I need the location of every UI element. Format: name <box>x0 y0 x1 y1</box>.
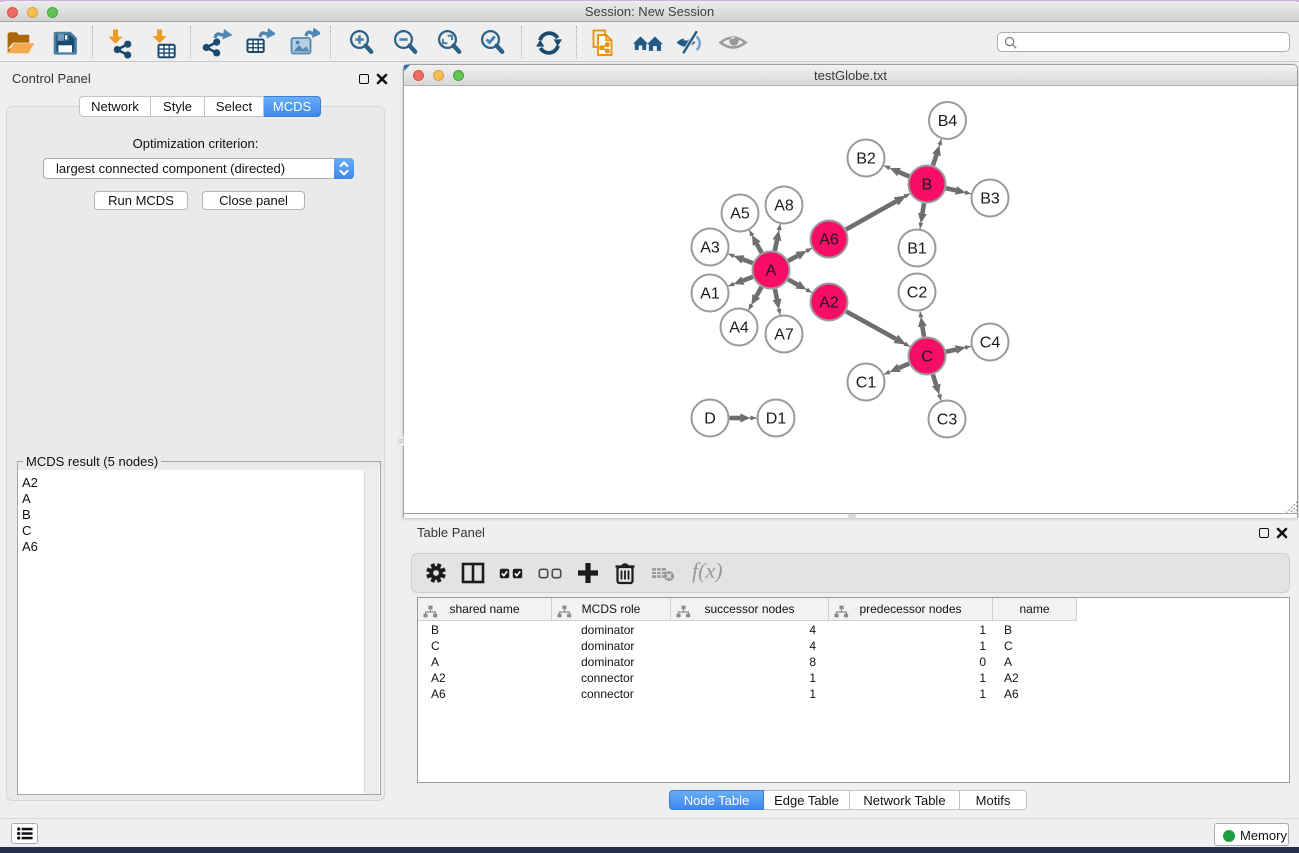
svg-text:C4: C4 <box>980 335 1001 352</box>
svg-text:A7: A7 <box>774 327 794 344</box>
svg-text:C2: C2 <box>907 285 928 302</box>
svg-text:A4: A4 <box>729 320 749 337</box>
svg-text:A5: A5 <box>730 206 750 223</box>
svg-text:B4: B4 <box>938 113 958 130</box>
svg-text:B: B <box>922 177 933 194</box>
svg-text:A8: A8 <box>774 198 794 215</box>
svg-text:D: D <box>704 411 716 428</box>
svg-text:C3: C3 <box>937 412 958 429</box>
svg-text:B3: B3 <box>980 191 1000 208</box>
svg-text:B2: B2 <box>856 151 876 168</box>
svg-text:A3: A3 <box>700 240 720 257</box>
svg-text:D1: D1 <box>766 411 787 428</box>
svg-text:A2: A2 <box>819 295 839 312</box>
svg-text:A6: A6 <box>819 232 839 249</box>
svg-text:C: C <box>921 349 933 366</box>
svg-text:B1: B1 <box>907 241 927 258</box>
svg-text:A: A <box>766 263 777 280</box>
svg-text:C1: C1 <box>856 375 877 392</box>
svg-text:A1: A1 <box>700 286 720 303</box>
